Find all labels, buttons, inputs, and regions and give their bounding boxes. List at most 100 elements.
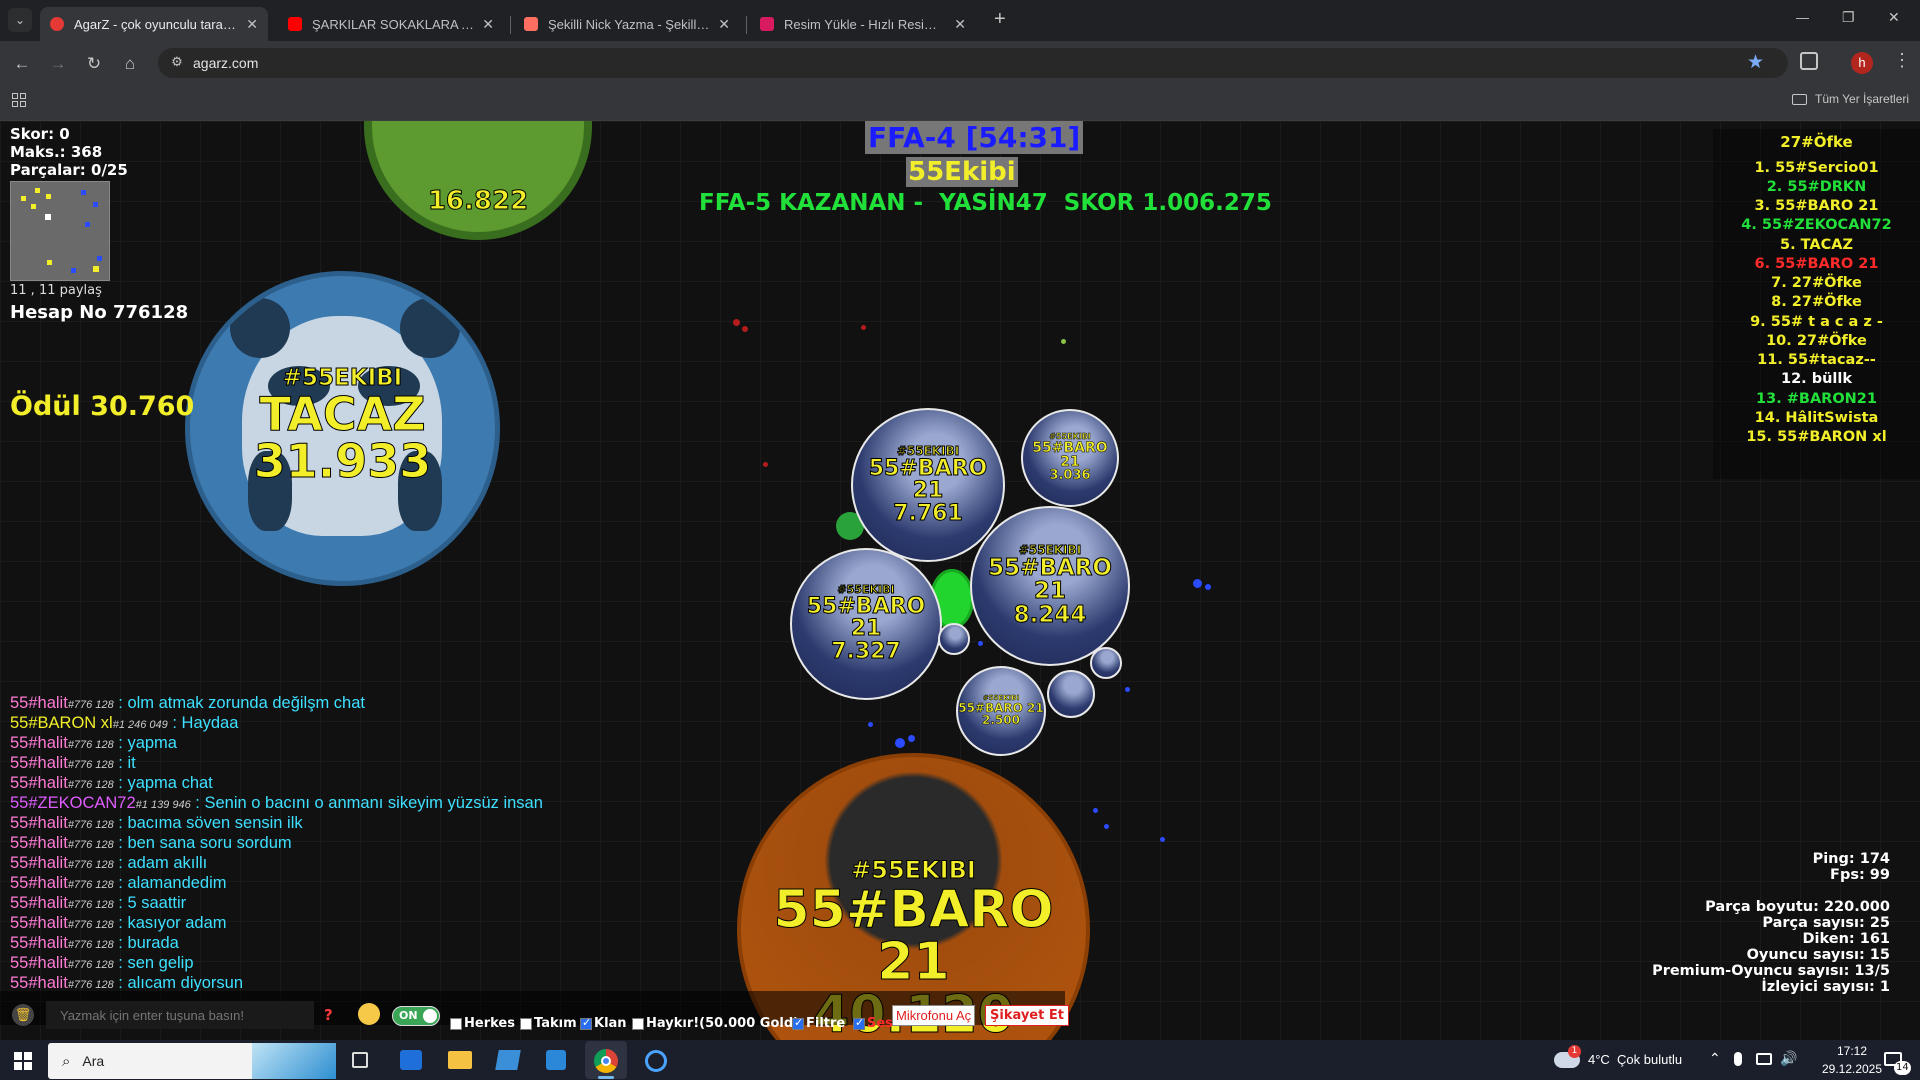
taskbar-search[interactable]: ⌕ Ara xyxy=(48,1043,336,1079)
app-circle-icon[interactable] xyxy=(645,1050,667,1072)
minimap-dot xyxy=(93,202,98,207)
mic-button[interactable]: Mikrofonu Aç xyxy=(892,1005,976,1026)
cell-name: 55#BARO 21 xyxy=(868,455,988,503)
chat-user[interactable]: 55#halit xyxy=(10,834,68,852)
chat-user[interactable]: 55#halit xyxy=(10,754,68,772)
chrome-icon[interactable] xyxy=(594,1049,618,1073)
food-pellet xyxy=(742,326,748,332)
checkbox[interactable] xyxy=(520,1017,532,1030)
checkbox-clan[interactable]: Klan xyxy=(580,1016,627,1031)
chat-user[interactable]: 55#ZEKOCAN72 xyxy=(10,794,136,812)
minimap[interactable] xyxy=(10,181,110,281)
checkbox[interactable] xyxy=(580,1016,592,1030)
chat-user[interactable]: 55#halit xyxy=(10,974,68,992)
outlook-icon[interactable] xyxy=(400,1050,422,1070)
volume-icon[interactable]: 🔊 xyxy=(1780,1050,1797,1067)
chat-message: 55#halit#776 128 : olm atmak zorunda değ… xyxy=(10,694,365,713)
chat-user-id: #776 128 xyxy=(67,739,114,751)
chat-user[interactable]: 55#halit xyxy=(10,774,68,792)
toggle-switch[interactable]: ON xyxy=(392,1006,440,1026)
close-icon[interactable]: ✕ xyxy=(246,16,258,33)
food-pellet xyxy=(1160,837,1165,842)
chat-text: : kasıyor adam xyxy=(113,914,227,932)
tab-sekilli-nick[interactable]: Şekilli Nick Yazma - Şekilli Yazı Yazma … xyxy=(514,7,740,41)
clock-date[interactable]: 29.12.2025 xyxy=(1812,1062,1892,1076)
game-canvas[interactable]: 16.822 #55EKIBI TACAZ 31.933 #55EKIBI 55… xyxy=(0,121,1920,1040)
checkbox[interactable] xyxy=(853,1016,865,1030)
chat-user[interactable]: 55#halit xyxy=(10,954,68,972)
checkbox[interactable] xyxy=(792,1016,804,1030)
chat-user[interactable]: 55#halit xyxy=(10,934,68,952)
close-icon[interactable]: ✕ xyxy=(718,16,730,33)
help-button[interactable]: ? xyxy=(324,1006,333,1024)
tab-agarz[interactable]: AgarZ - çok oyunculu tarayıcı oyunu ✕ xyxy=(40,7,268,41)
winner-announcement: FFA-5 KAZANAN - YASİN47 SKOR 1.006.275 xyxy=(699,190,1272,216)
chat-user[interactable]: 55#halit xyxy=(10,694,68,712)
chat-user-id: #776 128 xyxy=(67,899,114,911)
file-explorer-icon[interactable] xyxy=(448,1051,472,1069)
all-bookmarks-button[interactable]: Tüm Yer İşaretleri xyxy=(1792,92,1909,106)
apps-grid-icon[interactable] xyxy=(12,93,26,107)
weather-badge: 1 xyxy=(1568,1045,1581,1058)
clock-time[interactable]: 17:12 xyxy=(1812,1044,1892,1058)
minimize-button[interactable]: — xyxy=(1796,10,1809,25)
task-view-icon[interactable] xyxy=(352,1052,368,1068)
leaderboard-row: 9. 55# t a c a z - xyxy=(1750,314,1883,330)
bookmark-star-icon[interactable]: ★ xyxy=(1747,51,1764,74)
tab-youtube[interactable]: ŞARKILAR SOKAKLARA AİT 2.0 - YouTube ✕ xyxy=(278,7,504,41)
menu-icon[interactable]: ⋮ xyxy=(1893,50,1911,71)
close-window-button[interactable]: ✕ xyxy=(1888,9,1900,26)
reload-icon: ↻ xyxy=(86,54,102,73)
checkbox-sound[interactable]: Ses xyxy=(853,1016,893,1031)
restore-button[interactable]: ❐ xyxy=(1842,9,1855,26)
checkbox[interactable] xyxy=(632,1017,644,1030)
weather-text[interactable]: 4°C Çok bulutlu xyxy=(1588,1052,1682,1067)
chat-user[interactable]: 55#BARON xl xyxy=(10,714,113,732)
network-icon[interactable] xyxy=(1756,1053,1772,1065)
spectator-count-text: İzleyici sayısı: 1 xyxy=(1761,979,1890,995)
microsoft-store-icon[interactable] xyxy=(546,1050,566,1070)
checkbox-label: Filtre xyxy=(806,1016,846,1031)
checkbox[interactable] xyxy=(450,1017,462,1030)
back-button[interactable]: ← xyxy=(10,52,34,76)
site-info-icon[interactable]: ⚙ xyxy=(168,53,186,71)
reload-button[interactable]: ↻ xyxy=(82,52,106,76)
home-button[interactable]: ⌂ xyxy=(118,52,142,76)
chat-user[interactable]: 55#halit xyxy=(10,874,68,892)
close-icon[interactable]: ✕ xyxy=(482,16,494,33)
profile-avatar[interactable]: h xyxy=(1851,52,1873,74)
coords-share-text[interactable]: 11 , 11 paylaş xyxy=(10,283,102,298)
chat-user[interactable]: 55#halit xyxy=(10,854,68,872)
windows-start-icon[interactable] xyxy=(14,1052,32,1070)
tab-resim-yukle[interactable]: Resim Yükle - Hızlı Resim Paylaşım ✕ xyxy=(750,7,976,41)
tab-search-button[interactable]: ⌄ xyxy=(8,8,32,32)
new-tab-button[interactable]: + xyxy=(994,8,1006,31)
microphone-icon[interactable] xyxy=(1734,1052,1742,1066)
minimap-dot xyxy=(21,196,26,201)
chevron-up-icon[interactable]: ⌃ xyxy=(1709,1050,1721,1067)
close-icon[interactable]: ✕ xyxy=(954,16,966,33)
report-button[interactable]: Şikayet Et xyxy=(985,1005,1069,1026)
chat-user[interactable]: 55#halit xyxy=(10,914,68,932)
emoji-icon[interactable] xyxy=(358,1003,380,1025)
chat-user[interactable]: 55#halit xyxy=(10,894,68,912)
checkbox-filter[interactable]: Filtre xyxy=(792,1016,845,1031)
chat-user[interactable]: 55#halit xyxy=(10,814,68,832)
youtube-icon xyxy=(288,17,302,31)
checkbox-shout[interactable]: Haykır!(50.000 Gold) xyxy=(632,1016,799,1031)
all-bookmarks-label: Tüm Yer İşaretleri xyxy=(1815,92,1910,106)
checkbox-everyone[interactable]: Herkes xyxy=(450,1016,515,1031)
cell-name: 55#BARO 21 xyxy=(988,555,1113,605)
leaderboard-row: 7. 27#Öfke xyxy=(1771,275,1862,291)
omnibox[interactable] xyxy=(158,48,1788,78)
app-icon[interactable] xyxy=(495,1050,521,1070)
forward-button[interactable]: → xyxy=(46,52,70,76)
url-text[interactable]: agarz.com xyxy=(193,55,258,71)
extensions-icon[interactable] xyxy=(1800,52,1818,70)
trash-icon[interactable]: 🗑 xyxy=(12,1004,34,1026)
chat-input[interactable] xyxy=(46,1001,314,1029)
chat-user[interactable]: 55#halit xyxy=(10,734,68,752)
checkbox-team[interactable]: Takım xyxy=(520,1016,577,1031)
tab-label: Şekilli Nick Yazma - Şekilli Yazı Yazma xyxy=(548,16,711,32)
checkbox-label: Ses xyxy=(867,1016,893,1031)
